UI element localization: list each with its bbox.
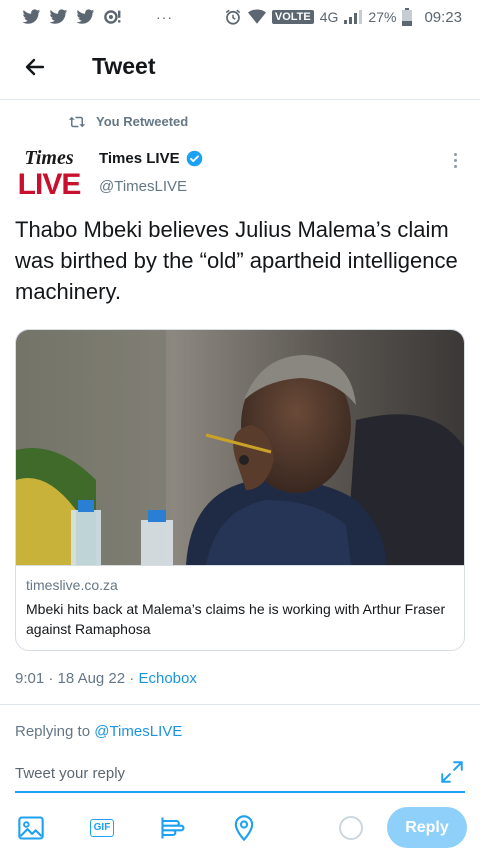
verified-badge-icon xyxy=(186,150,202,167)
gif-button[interactable]: GIF xyxy=(88,814,116,842)
card-domain: timeslive.co.za xyxy=(26,577,118,593)
gif-icon: GIF xyxy=(89,819,115,837)
battery-percent: 27% xyxy=(368,9,397,25)
meta-separator: · xyxy=(125,670,139,687)
more-options-button[interactable] xyxy=(444,148,466,172)
volte-badge: VOLTE xyxy=(271,10,314,24)
image-icon[interactable] xyxy=(17,814,45,842)
location-icon[interactable] xyxy=(230,814,258,842)
retweet-context: You Retweeted xyxy=(68,114,188,129)
reply-input[interactable] xyxy=(15,759,435,787)
reply-input-underline xyxy=(15,791,465,793)
card-body: timeslive.co.za Mbeki hits back at Malem… xyxy=(16,565,464,639)
more-notifications-indicator: ··· xyxy=(156,9,173,25)
page-title: Tweet xyxy=(92,53,156,79)
notification-icons xyxy=(22,9,122,25)
link-preview-card[interactable]: timeslive.co.za Mbeki hits back at Malem… xyxy=(15,329,465,651)
status-bar: ··· VOLTE 4G 27% 09:23 xyxy=(0,0,480,34)
app-notification-icon xyxy=(104,10,121,24)
alarm-icon xyxy=(225,9,241,25)
replying-to-handle[interactable]: @TimesLIVE xyxy=(94,723,182,740)
back-button[interactable] xyxy=(0,34,70,100)
author-handle[interactable]: @TimesLIVE xyxy=(99,178,187,195)
tweet-meta: 9:01 · 18 Aug 22 · Echobox xyxy=(15,670,197,687)
poll-icon[interactable] xyxy=(159,814,187,842)
divider xyxy=(0,704,480,705)
wifi-icon xyxy=(247,9,266,24)
replying-to: Replying to @TimesLIVE xyxy=(15,723,182,740)
twitter-notification-icon xyxy=(76,9,95,24)
tweet-source-link[interactable]: Echobox xyxy=(138,670,196,687)
tweet-time: 9:01 xyxy=(15,670,45,687)
retweet-icon xyxy=(68,116,86,127)
battery-icon xyxy=(402,8,413,26)
twitter-notification-icon xyxy=(49,9,68,24)
network-type: 4G xyxy=(319,9,339,25)
expand-composer-icon[interactable] xyxy=(439,759,465,785)
avatar[interactable]: Times LIVE xyxy=(16,147,82,203)
author-name-row[interactable]: Times LIVE xyxy=(99,150,203,167)
author-name[interactable]: Times LIVE xyxy=(99,150,180,167)
character-count-ring xyxy=(339,816,363,840)
avatar-logo-line1: Times xyxy=(24,147,74,169)
more-dot xyxy=(453,152,457,156)
avatar-logo-line2: LIVE xyxy=(17,168,82,201)
reply-button[interactable]: Reply xyxy=(387,807,467,848)
tweet-date: 18 Aug 22 xyxy=(57,670,126,687)
system-icons: VOLTE 4G 27% 09:23 xyxy=(224,8,462,26)
retweet-context-label: You Retweeted xyxy=(96,114,189,129)
meta-separator: · xyxy=(44,670,58,687)
card-image xyxy=(16,330,464,565)
arrow-left-icon xyxy=(25,58,45,75)
tweet-text: Thabo Mbeki believes Julius Malema’s cla… xyxy=(15,217,458,304)
clock: 09:23 xyxy=(424,8,462,26)
card-title: Mbeki hits back at Malema’s claims he is… xyxy=(26,601,446,637)
more-dot xyxy=(453,164,457,168)
replying-to-label: Replying to xyxy=(15,723,95,740)
more-dot xyxy=(453,158,457,162)
twitter-notification-icon xyxy=(22,9,41,24)
app-header: Tweet xyxy=(0,34,480,100)
signal-icon xyxy=(344,10,363,24)
